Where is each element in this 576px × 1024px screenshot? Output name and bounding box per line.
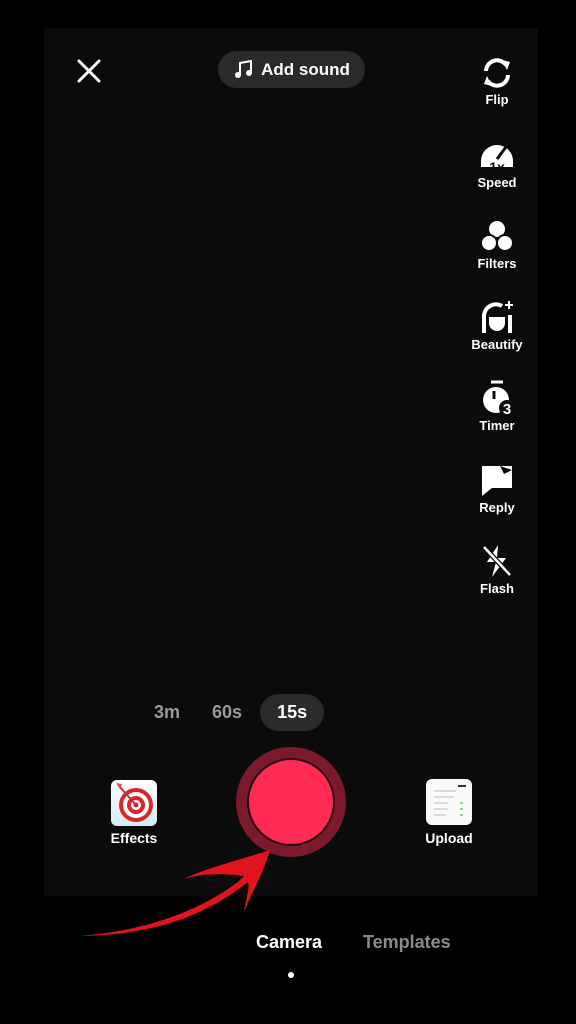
tab-templates[interactable]: Templates — [363, 932, 451, 953]
active-tab-indicator — [288, 972, 294, 978]
tab-camera[interactable]: Camera — [256, 932, 322, 953]
red-arrow-annotation — [80, 850, 270, 936]
